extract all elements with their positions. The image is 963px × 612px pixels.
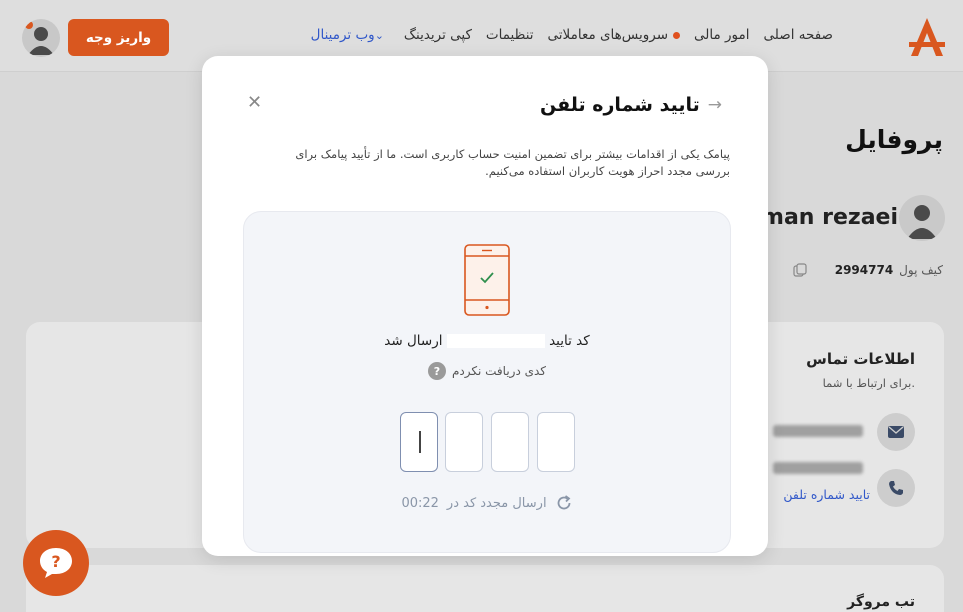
verify-phone-link[interactable]: تایید شماره تلفن (783, 487, 870, 502)
brand-logo[interactable] (907, 14, 947, 58)
redacted-phone-number (446, 334, 545, 348)
code-sent-text: کد تایید ارسال شد (244, 333, 730, 349)
wallet-row: کیف پول 2994774 (793, 263, 943, 277)
otp-digit-2[interactable] (445, 412, 483, 472)
phone-verify-modal: ✕ → تایید شماره تلفن پیامک یکی از اقداما… (202, 56, 768, 556)
nav-copy-trading[interactable]: کپی تریدینگ (404, 27, 472, 43)
close-icon[interactable]: ✕ (247, 92, 262, 113)
mail-icon (877, 413, 915, 451)
page-title: پروفایل (845, 125, 943, 154)
contact-title: اطلاعات تماس (806, 350, 915, 368)
otp-digit-4[interactable] (537, 412, 575, 472)
help-button[interactable]: ? (23, 530, 89, 596)
nav-finance[interactable]: امور مالی (694, 27, 749, 43)
nav-settings[interactable]: تنظیمات (486, 27, 534, 43)
notification-badge (25, 21, 33, 29)
user-icon (907, 205, 937, 239)
nav-web-terminal[interactable]: وب ترمینال⌄ (311, 27, 390, 43)
resend-timer: 00:22 (401, 495, 439, 511)
phone-icon (877, 469, 915, 507)
contact-subtitle: برای ارتباط با شما. (822, 376, 915, 390)
phone-check-icon (464, 244, 510, 316)
resend-code: ارسال مجدد کد در 00:22 (244, 494, 730, 512)
wallet-label: کیف پول (899, 263, 943, 277)
verification-box: کد تایید ارسال شد کدی دریافت نکردم ? ارس… (243, 211, 731, 553)
browser-tabs-title: تب مروگر (847, 594, 915, 610)
modal-title: → تایید شماره تلفن (540, 94, 722, 116)
svg-text:?: ? (51, 552, 60, 571)
resend-label: ارسال مجدد کد در (446, 495, 547, 511)
user-avatar[interactable] (22, 19, 60, 57)
copy-icon[interactable] (793, 263, 807, 277)
user-row (899, 194, 945, 242)
profile-avatar (899, 195, 945, 241)
no-code-label: کدی دریافت نکردم (451, 364, 547, 378)
nav-trading-services[interactable]: سرویس‌های معاملاتی (548, 27, 681, 43)
modal-title-text: تایید شماره تلفن (540, 94, 700, 116)
no-code-link[interactable]: کدی دریافت نکردم ? (244, 362, 730, 380)
browser-tabs-card (26, 565, 944, 612)
modal-description: پیامک یکی از اقدامات بیشتر برای تضمین ام… (295, 147, 730, 178)
notification-dot (673, 31, 681, 39)
code-sent-prefix: کد تایید (549, 333, 590, 349)
main-nav: صفحه اصلی امور مالی سرویس‌های معاملاتی ت… (311, 27, 833, 43)
wallet-number: 2994774 (834, 263, 894, 277)
redacted-email (773, 425, 863, 437)
text-cursor (419, 431, 421, 453)
refresh-icon[interactable] (555, 494, 573, 512)
chevron-down-icon: ⌄ (374, 29, 384, 42)
question-icon: ? (40, 548, 72, 578)
otp-digit-3[interactable] (491, 412, 529, 472)
nav-home[interactable]: صفحه اصلی (764, 27, 833, 43)
code-sent-suffix: ارسال شد (384, 333, 443, 349)
question-icon: ? (427, 362, 446, 380)
redacted-phone (773, 462, 863, 474)
arrow-right-icon[interactable]: → (708, 95, 722, 115)
deposit-button[interactable]: واریز وجه (68, 19, 169, 56)
